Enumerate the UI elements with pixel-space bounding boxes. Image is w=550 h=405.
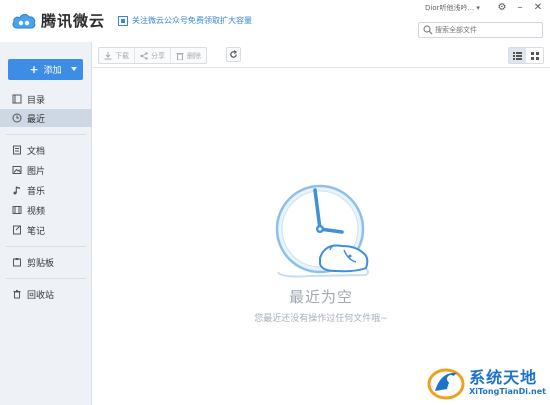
- divider: [6, 134, 86, 135]
- sidebar-item-clipboard[interactable]: 剪贴板: [0, 253, 92, 271]
- sidebar-item-documents[interactable]: 文档: [0, 141, 92, 159]
- minimize-icon[interactable]: –: [514, 2, 526, 13]
- toolbar: 下载 分享 删除: [92, 42, 550, 68]
- title-bar: 腾讯微云 关注微云公众号免费领取扩大容量 Dior听他浅吟... ▾ ⚙ – ✕: [0, 0, 550, 42]
- download-button[interactable]: 下载: [99, 48, 135, 63]
- note-icon: [13, 225, 21, 235]
- refresh-button[interactable]: [226, 47, 241, 62]
- directory-icon: [12, 94, 22, 104]
- app-logo: 腾讯微云: [11, 10, 105, 31]
- sidebar-item-recent[interactable]: 最近: [0, 109, 92, 127]
- trash-icon: [176, 52, 184, 60]
- delete-label: 删除: [187, 51, 201, 60]
- download-label: 下载: [115, 51, 129, 60]
- close-icon[interactable]: ✕: [532, 2, 544, 13]
- sidebar-item-label: 笔记: [27, 226, 46, 237]
- sidebar-item-label: 音乐: [27, 186, 46, 197]
- image-icon: [12, 166, 22, 174]
- music-icon: [13, 186, 20, 195]
- search-input[interactable]: [433, 26, 535, 34]
- sidebar-item-label: 图片: [27, 166, 46, 177]
- sidebar-item-notes[interactable]: 笔记: [0, 221, 92, 239]
- refresh-icon: [230, 50, 238, 58]
- sidebar-item-label: 剪贴板: [27, 258, 55, 269]
- search-box[interactable]: [418, 22, 543, 38]
- clipboard-icon: [13, 258, 21, 267]
- watermark-cn: 系统天地: [469, 368, 538, 387]
- delete-button[interactable]: 删除: [171, 48, 206, 63]
- watermark: 系统天地 XiTongTianDi.net: [427, 365, 546, 401]
- share-icon: [140, 51, 148, 60]
- document-icon: [13, 145, 21, 155]
- list-view-icon[interactable]: [509, 48, 526, 63]
- sidebar-item-images[interactable]: 图片: [0, 161, 92, 179]
- plus-icon: +: [29, 63, 39, 76]
- add-button[interactable]: + 添加: [8, 59, 83, 80]
- sidebar-item-directory[interactable]: 目录: [0, 90, 92, 108]
- cloud-logo-icon: [12, 13, 36, 28]
- sidebar-item-video[interactable]: 视频: [0, 201, 92, 219]
- grid-view-icon[interactable]: [526, 48, 543, 63]
- user-name: Dior听他浅吟...: [425, 4, 475, 12]
- watermark-en: XiTongTianDi.net: [469, 387, 546, 396]
- empty-state-title: 最近为空: [288, 288, 353, 306]
- empty-state-subtitle: 您最近还没有操作过任何文件哦~: [254, 314, 388, 324]
- chevron-down-icon: ▾: [476, 4, 480, 12]
- sidebar: + 添加 目录 最近 文档 图片 音乐 视频 笔记 剪贴板 回收站: [0, 42, 92, 405]
- divider: [6, 246, 86, 247]
- chevron-down-icon: [71, 67, 77, 71]
- gear-icon[interactable]: ⚙: [496, 2, 508, 13]
- empty-clock-illustration: [275, 184, 369, 278]
- sidebar-item-label: 视频: [27, 206, 46, 217]
- clock-icon: [12, 113, 22, 123]
- sidebar-item-label: 目录: [27, 95, 46, 106]
- watermark-logo-icon: [427, 368, 465, 400]
- sidebar-item-music[interactable]: 音乐: [0, 181, 92, 199]
- qr-code-icon: [118, 15, 128, 26]
- user-menu[interactable]: Dior听他浅吟... ▾: [425, 3, 480, 13]
- download-icon: [104, 51, 112, 59]
- sidebar-item-label: 文档: [27, 146, 46, 157]
- add-button-label: 添加: [43, 66, 62, 76]
- search-icon: [423, 25, 433, 35]
- sidebar-item-label: 最近: [27, 114, 46, 125]
- share-label: 分享: [151, 51, 165, 60]
- file-action-group: 下载 分享 删除: [98, 47, 207, 64]
- view-toggle: [508, 47, 544, 64]
- promo-text: 关注微云公众号免费领取扩大容量: [132, 16, 252, 25]
- share-button[interactable]: 分享: [135, 48, 171, 63]
- divider: [6, 278, 86, 279]
- video-icon: [12, 206, 22, 214]
- promo-link[interactable]: 关注微云公众号免费领取扩大容量: [118, 15, 252, 26]
- app-name: 腾讯微云: [41, 12, 106, 30]
